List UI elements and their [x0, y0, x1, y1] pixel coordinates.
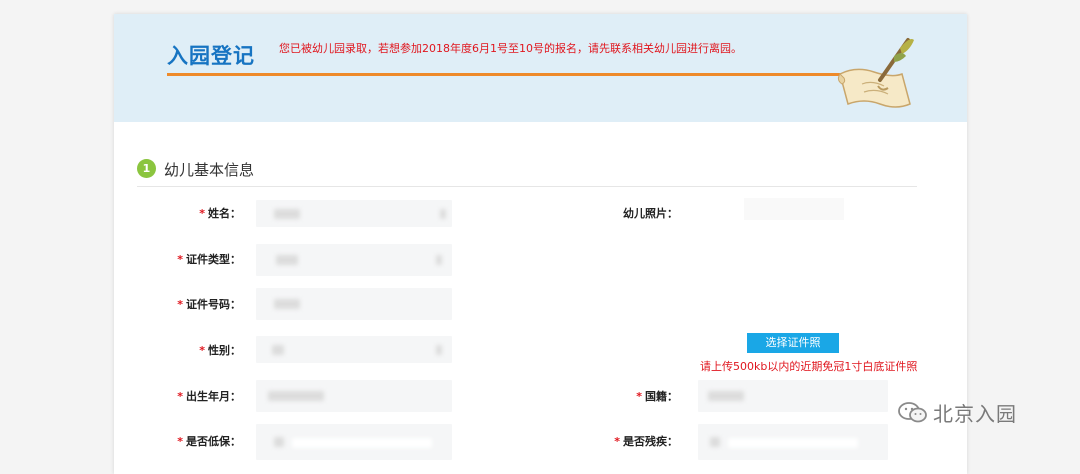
required-mark: * — [177, 253, 183, 266]
redacted-value — [728, 438, 858, 448]
page-title: 入园登记 — [167, 44, 255, 68]
redacted-value — [276, 255, 298, 265]
upload-hint: 请上传500kb以内的近期免冠1寸白底证件照 — [700, 360, 918, 373]
redacted-value — [708, 391, 744, 401]
header-divider — [167, 73, 847, 76]
id-number-label-text: 证件号码： — [186, 298, 241, 311]
gender-label-text: 性别： — [208, 344, 241, 357]
scroll-quill-icon — [837, 38, 914, 108]
required-mark: * — [177, 390, 183, 403]
nationality-select[interactable] — [698, 380, 888, 412]
id-number-field[interactable] — [256, 288, 452, 320]
required-mark: * — [199, 207, 205, 220]
redacted-value — [710, 437, 720, 447]
name-field[interactable] — [256, 200, 452, 227]
birth-date-label: * 出生年月： — [151, 388, 241, 404]
nationality-label: * 国籍： — [588, 388, 678, 404]
redacted-value — [440, 209, 446, 219]
required-mark: * — [636, 390, 642, 403]
required-mark: * — [177, 298, 183, 311]
chevron-down-icon — [436, 255, 442, 265]
nationality-label-text: 国籍： — [645, 390, 678, 403]
id-type-select[interactable] — [256, 244, 452, 276]
birth-date-label-text: 出生年月： — [186, 390, 241, 403]
birth-date-field[interactable] — [256, 380, 452, 412]
redacted-value — [292, 438, 432, 448]
redacted-value — [274, 437, 284, 447]
step-number-badge: 1 — [137, 159, 156, 178]
section-title: 幼儿基本信息 — [164, 161, 255, 179]
redacted-value — [274, 299, 300, 309]
disability-label-text: 是否残疾： — [623, 435, 678, 448]
section-header: 1 幼儿基本信息 — [137, 159, 917, 187]
low-income-label-text: 是否低保： — [186, 435, 241, 448]
photo-preview — [744, 198, 844, 220]
registration-card: 入园登记 您已被幼儿园录取，若想参加2018年度6月1号至10号的报名，请先联系… — [114, 14, 967, 474]
select-id-photo-button[interactable]: 选择证件照 — [747, 333, 839, 353]
photo-label: 幼儿照片： — [588, 205, 678, 221]
wechat-icon — [898, 402, 927, 423]
watermark-text: 北京入园 — [933, 402, 1017, 426]
redacted-value — [272, 345, 284, 355]
low-income-label: * 是否低保： — [151, 433, 241, 449]
disability-label: * 是否残疾： — [588, 433, 678, 449]
disability-select[interactable] — [698, 424, 888, 460]
name-label: * 姓名： — [151, 205, 241, 221]
gender-label: * 性别： — [151, 342, 241, 358]
page-header: 入园登记 您已被幼儿园录取，若想参加2018年度6月1号至10号的报名，请先联系… — [114, 14, 967, 122]
required-mark: * — [614, 435, 620, 448]
required-mark: * — [199, 344, 205, 357]
id-type-label-text: 证件类型： — [186, 253, 241, 266]
id-type-label: * 证件类型： — [151, 251, 241, 267]
admission-notice: 您已被幼儿园录取，若想参加2018年度6月1号至10号的报名，请先联系相关幼儿园… — [279, 42, 742, 55]
low-income-select[interactable] — [256, 424, 452, 460]
required-mark: * — [177, 435, 183, 448]
redacted-value — [268, 391, 324, 401]
gender-select[interactable] — [256, 336, 452, 363]
chevron-down-icon — [436, 345, 442, 355]
redacted-value — [274, 209, 300, 219]
id-number-label: * 证件号码： — [151, 296, 241, 312]
photo-label-text: 幼儿照片： — [623, 207, 678, 220]
name-label-text: 姓名： — [208, 207, 241, 220]
